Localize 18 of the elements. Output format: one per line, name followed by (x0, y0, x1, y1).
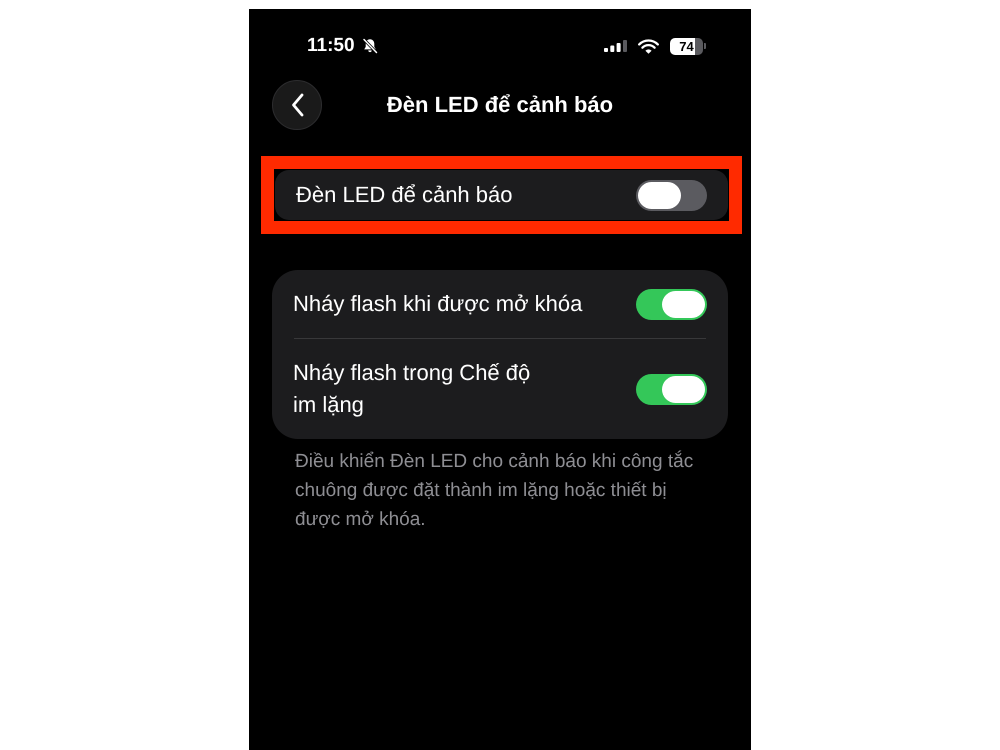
toggle-thumb (662, 290, 705, 318)
section-footer: Điều khiển Đèn LED cho cảnh báo khi công tắc chuông được đặt thành im lặng hoặc thiết bị được mở khóa. (295, 447, 705, 534)
toggle-switch[interactable] (636, 180, 707, 210)
status-time: 11:50 (307, 35, 355, 57)
signal-bars-icon (604, 40, 627, 52)
chevron-left-icon (290, 93, 304, 117)
wifi-icon (638, 38, 659, 54)
toggle-thumb (662, 376, 705, 402)
back-button[interactable] (272, 80, 322, 130)
toggle-switch[interactable] (636, 288, 707, 320)
toggle-thumb (638, 182, 681, 208)
battery-indicator: 74 (670, 38, 706, 54)
bell-slash-icon (362, 38, 378, 54)
setting-label: Đèn LED để cảnh báo (296, 181, 512, 209)
toggle-switch[interactable] (636, 374, 707, 404)
setting-label: Nháy flash trong Chế độ im lặng (293, 359, 530, 419)
setting-label: Nháy flash khi được mở khóa (293, 290, 582, 318)
page-title: Đèn LED để cảnh báo (386, 91, 614, 119)
